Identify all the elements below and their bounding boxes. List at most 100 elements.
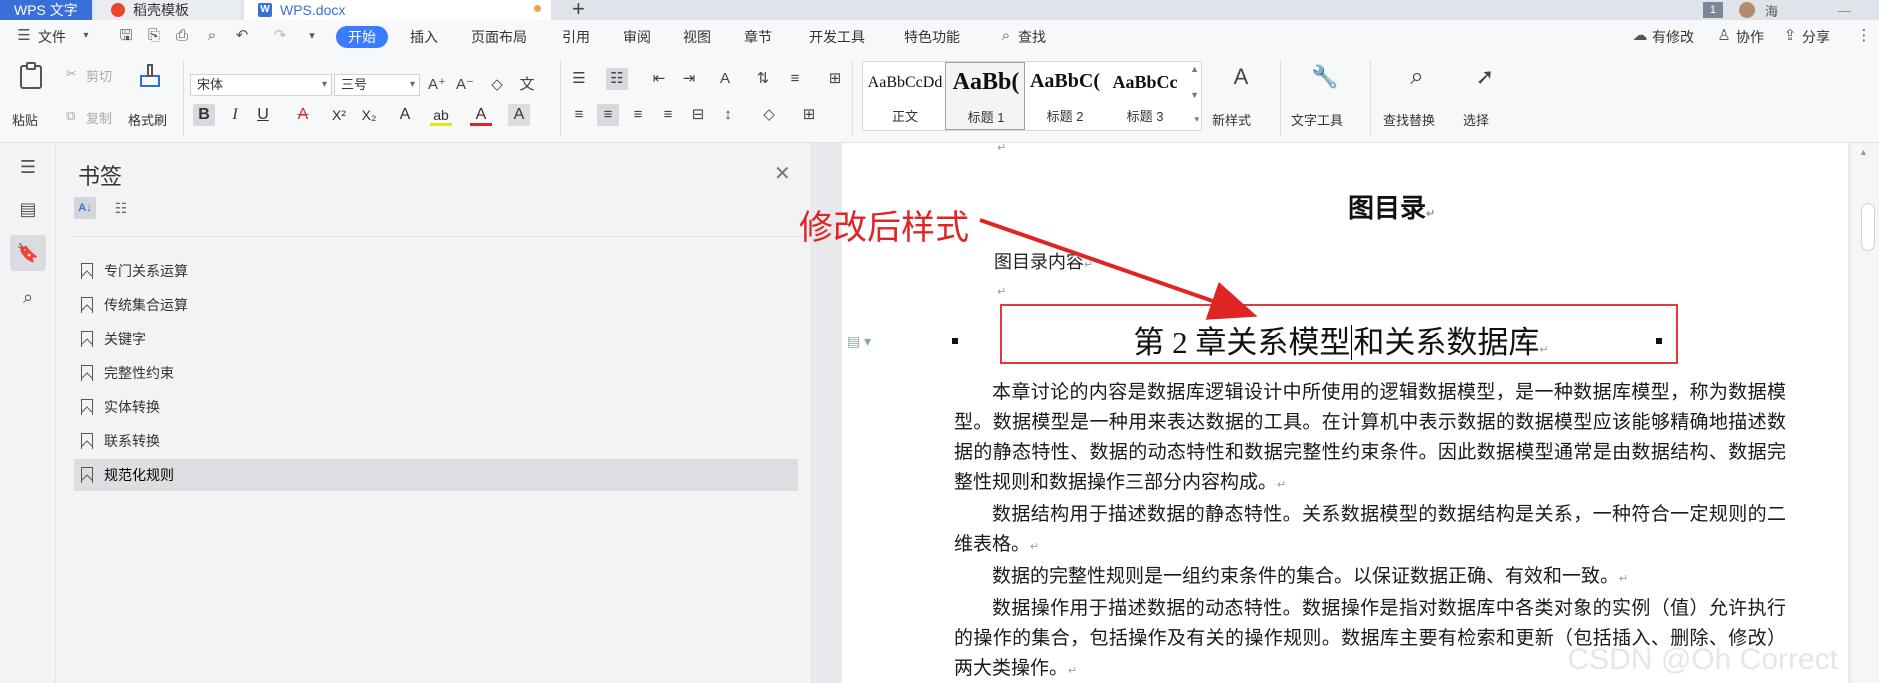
selection-handle[interactable] bbox=[952, 338, 958, 344]
gallery-scroll-up-icon[interactable]: ▲ bbox=[1190, 64, 1199, 74]
changes-button[interactable]: 有修改 bbox=[1652, 26, 1694, 48]
text-tools-button[interactable]: 文字工具 bbox=[1291, 110, 1343, 129]
copy-icon[interactable]: ⧉ bbox=[66, 108, 75, 124]
align-center-icon[interactable]: ≡ bbox=[597, 104, 619, 126]
numbered-list-icon[interactable]: ☷ bbox=[606, 68, 628, 90]
tab-wps-writer[interactable]: WPS 文字 bbox=[0, 0, 92, 20]
tab-review[interactable]: 审阅 bbox=[623, 26, 651, 48]
font-color-button[interactable]: A bbox=[470, 104, 492, 126]
cut-button[interactable]: 剪切 bbox=[86, 66, 112, 85]
paste-button[interactable]: 粘贴 bbox=[12, 110, 38, 129]
new-style-button[interactable]: 新样式 bbox=[1212, 110, 1251, 129]
line-spacing-icon[interactable]: ≡ bbox=[784, 68, 806, 90]
strikethrough-button[interactable]: A bbox=[292, 104, 314, 126]
tab-features[interactable]: 特色功能 bbox=[904, 26, 960, 48]
italic-button[interactable]: I bbox=[224, 104, 246, 126]
font-name-select[interactable]: 宋体 bbox=[190, 74, 332, 96]
select-button[interactable]: 选择 bbox=[1463, 110, 1489, 129]
bullet-list-icon[interactable]: ☰ bbox=[568, 68, 590, 90]
more-icon[interactable]: ▾ bbox=[304, 28, 320, 44]
select-cursor-icon[interactable]: ➚ bbox=[1470, 66, 1500, 96]
subscript-button[interactable]: X₂ bbox=[358, 104, 380, 126]
page-count-badge[interactable]: 1 bbox=[1702, 2, 1723, 18]
paste-icon[interactable] bbox=[17, 62, 45, 90]
search-nav-icon[interactable]: ⌕ bbox=[10, 279, 46, 315]
document-page[interactable]: ↵ ▤ ▾ 图目录↵ 图目录内容↵ ↵ 第 2 章关系模型和关系数据库↵ 本章讨… bbox=[842, 142, 1848, 683]
copy-button[interactable]: 复制 bbox=[86, 108, 112, 127]
find-replace-icon[interactable]: ⌕ bbox=[1402, 65, 1432, 96]
tab-chapter[interactable]: 章节 bbox=[744, 26, 772, 48]
char-shading-button[interactable]: A bbox=[508, 104, 530, 126]
grow-font-icon[interactable]: A⁺ bbox=[426, 74, 448, 96]
format-painter-button[interactable]: 格式刷 bbox=[128, 110, 167, 129]
print-preview-icon[interactable]: ⌕ bbox=[204, 28, 220, 44]
bookmark-item[interactable]: 规范化规则 bbox=[74, 459, 798, 491]
redo-icon[interactable]: ↷ bbox=[272, 28, 288, 44]
highlight-button[interactable]: ab bbox=[430, 104, 452, 126]
format-painter-icon[interactable] bbox=[136, 62, 164, 90]
increase-indent-icon[interactable]: ⇥ bbox=[678, 68, 700, 90]
sort-by-position-icon[interactable]: ☷ bbox=[110, 197, 132, 219]
paragraph-options-icon[interactable]: ▤ ▾ bbox=[847, 333, 871, 350]
table-insert-icon[interactable]: ⊞ bbox=[824, 68, 846, 90]
scrollbar-thumb[interactable] bbox=[1861, 203, 1875, 251]
hamburger-icon[interactable]: ☰ bbox=[16, 28, 32, 44]
find-command[interactable]: 查找 bbox=[1018, 26, 1046, 48]
shrink-font-icon[interactable]: A⁻ bbox=[454, 74, 476, 96]
pinyin-icon[interactable]: 文 bbox=[516, 74, 538, 96]
text-effect-button[interactable]: A bbox=[394, 104, 416, 126]
bookmark-item[interactable]: 联系转换 bbox=[74, 425, 798, 457]
tab-insert[interactable]: 插入 bbox=[410, 26, 438, 48]
bookmark-item[interactable]: 传统集合运算 bbox=[74, 289, 798, 321]
tab-templates[interactable]: 稻壳模板 bbox=[95, 0, 241, 20]
sort-by-name-icon[interactable]: A↓ bbox=[74, 197, 96, 219]
style-normal[interactable]: AaBbCcDd 正文 bbox=[865, 62, 945, 130]
collaborate-button[interactable]: 协作 bbox=[1736, 26, 1764, 48]
paragraph-spacing-icon[interactable]: ↕ bbox=[717, 104, 739, 126]
bookmark-item[interactable]: 专门关系运算 bbox=[74, 255, 798, 287]
decrease-indent-icon[interactable]: ⇤ bbox=[648, 68, 670, 90]
border-icon[interactable]: ⊞ bbox=[798, 104, 820, 126]
export-icon[interactable]: ⎘ bbox=[146, 28, 162, 44]
new-style-icon[interactable]: A bbox=[1226, 66, 1256, 96]
tab-home[interactable]: 开始 bbox=[336, 26, 388, 48]
wrench-icon[interactable]: 🔧 bbox=[1310, 66, 1340, 96]
gallery-expand-icon[interactable]: ▾ bbox=[1194, 114, 1199, 125]
file-menu[interactable]: 文件 bbox=[38, 26, 66, 48]
save-icon[interactable]: 🖫 bbox=[118, 28, 134, 44]
chapter-heading[interactable]: 第 2 章关系模型和关系数据库↵ bbox=[1002, 317, 1680, 362]
text-direction-icon[interactable]: A bbox=[714, 68, 736, 90]
style-heading-3[interactable]: AaBbCc 标题 3 bbox=[1105, 62, 1185, 130]
sort-icon[interactable]: ⇅ bbox=[752, 68, 774, 90]
avatar[interactable] bbox=[1738, 2, 1755, 18]
scroll-up-icon[interactable]: ▲ bbox=[1859, 147, 1868, 157]
print-icon[interactable]: ⎙ bbox=[174, 28, 190, 44]
new-tab-button[interactable]: + bbox=[572, 0, 585, 22]
pages-icon[interactable]: ▤ bbox=[10, 191, 46, 227]
search-icon[interactable]: ⌕ bbox=[998, 28, 1014, 44]
vertical-scrollbar[interactable]: ▲ bbox=[1851, 143, 1879, 683]
tab-references[interactable]: 引用 bbox=[562, 26, 590, 48]
tab-document[interactable]: W WPS.docx bbox=[244, 0, 551, 20]
close-icon[interactable]: ✕ bbox=[774, 161, 791, 186]
undo-icon[interactable]: ↶ bbox=[234, 28, 250, 44]
user-name[interactable]: 海 bbox=[1765, 1, 1778, 20]
clear-format-icon[interactable]: ◇ bbox=[486, 74, 508, 96]
tab-view[interactable]: 视图 bbox=[683, 26, 711, 48]
minimize-icon[interactable]: — bbox=[1838, 3, 1851, 18]
tab-developer[interactable]: 开发工具 bbox=[809, 26, 865, 48]
justify-icon[interactable]: ≡ bbox=[657, 104, 679, 126]
align-left-icon[interactable]: ≡ bbox=[568, 104, 590, 126]
bold-button[interactable]: B bbox=[193, 104, 215, 126]
distribute-icon[interactable]: ⊟ bbox=[687, 104, 709, 126]
bookmark-item[interactable]: 关键字 bbox=[74, 323, 798, 355]
bookmark-item[interactable]: 实体转换 bbox=[74, 391, 798, 423]
bookmark-nav-icon[interactable]: 🔖 bbox=[10, 235, 46, 271]
style-heading-2[interactable]: AaBbC( 标题 2 bbox=[1025, 62, 1105, 130]
underline-button[interactable]: U bbox=[252, 104, 274, 126]
style-heading-1[interactable]: AaBb( 标题 1 bbox=[945, 62, 1025, 130]
find-replace-button[interactable]: 查找替换 bbox=[1383, 110, 1435, 129]
more-vertical-icon[interactable]: ⋮ bbox=[1856, 28, 1872, 44]
bookmark-item[interactable]: 完整性约束 bbox=[74, 357, 798, 389]
cut-icon[interactable]: ✂ bbox=[66, 66, 77, 82]
